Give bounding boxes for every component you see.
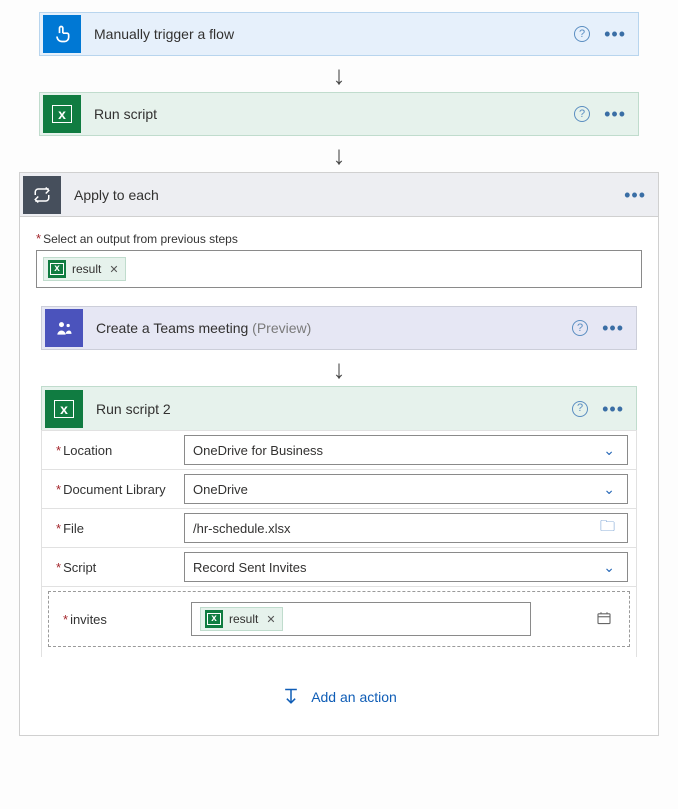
select-output-label: *Select an output from previous steps xyxy=(36,231,642,246)
help-icon[interactable]: ? xyxy=(574,26,590,42)
file-picker[interactable]: /hr-schedule.xlsx 🗀 xyxy=(184,513,628,543)
trigger-card[interactable]: Manually trigger a flow ? ••• xyxy=(39,12,639,56)
invites-input[interactable]: x result ✕ xyxy=(191,602,531,636)
help-icon[interactable]: ? xyxy=(572,320,588,336)
excel-icon: x xyxy=(48,260,66,278)
teams-icon xyxy=(45,309,83,347)
help-icon[interactable]: ? xyxy=(574,106,590,122)
location-select[interactable]: OneDrive for Business ⌄ xyxy=(184,435,628,465)
more-icon[interactable]: ••• xyxy=(604,25,626,43)
chevron-down-icon: ⌄ xyxy=(599,559,619,576)
help-icon[interactable]: ? xyxy=(572,401,588,417)
more-icon[interactable]: ••• xyxy=(602,400,624,418)
excel-icon: x xyxy=(205,610,223,628)
param-file: *File /hr-schedule.xlsx 🗀 xyxy=(42,509,636,548)
select-output-input[interactable]: x result ✕ xyxy=(36,250,642,288)
token-remove-icon[interactable]: ✕ xyxy=(266,613,275,626)
folder-icon[interactable]: 🗀 xyxy=(596,516,619,541)
excel-icon: x xyxy=(43,95,81,133)
trigger-label: Manually trigger a flow xyxy=(84,26,574,42)
token-remove-icon[interactable]: ✕ xyxy=(109,263,118,276)
run-script-card[interactable]: x Run script ? ••• xyxy=(39,92,639,136)
touch-icon xyxy=(43,15,81,53)
teams-label: Create a Teams meeting (Preview) xyxy=(86,320,572,336)
chevron-down-icon: ⌄ xyxy=(599,442,619,459)
arrow-down-icon: ↓ xyxy=(333,142,346,168)
teams-card[interactable]: Create a Teams meeting (Preview) ? ••• xyxy=(41,306,637,350)
apply-to-each-label: Apply to each xyxy=(64,187,624,203)
param-location: *Location OneDrive for Business ⌄ xyxy=(42,431,636,470)
run-script2-params: *Location OneDrive for Business ⌄ *Docum… xyxy=(41,430,637,657)
token-result[interactable]: x result ✕ xyxy=(43,257,126,281)
add-action-icon xyxy=(281,687,301,707)
run-script-label: Run script xyxy=(84,106,574,122)
dynamic-content-icon[interactable] xyxy=(589,604,619,634)
add-action-button[interactable]: Add an action xyxy=(281,687,397,707)
param-script: *Script Record Sent Invites ⌄ xyxy=(42,548,636,587)
apply-to-each-header[interactable]: Apply to each ••• xyxy=(20,173,658,217)
arrow-down-icon: ↓ xyxy=(333,356,346,382)
token-result[interactable]: x result ✕ xyxy=(200,607,283,631)
more-icon[interactable]: ••• xyxy=(604,105,626,123)
apply-to-each-block: Apply to each ••• *Select an output from… xyxy=(19,172,659,736)
arrow-down-icon: ↓ xyxy=(333,62,346,88)
run-script2-header[interactable]: x Run script 2 ? ••• xyxy=(41,386,637,430)
more-icon[interactable]: ••• xyxy=(624,186,646,204)
loop-icon xyxy=(23,176,61,214)
script-select[interactable]: Record Sent Invites ⌄ xyxy=(184,552,628,582)
run-script2-label: Run script 2 xyxy=(86,401,572,417)
excel-icon: x xyxy=(45,390,83,428)
more-icon[interactable]: ••• xyxy=(602,319,624,337)
param-invites: *invites x result ✕ xyxy=(48,591,630,647)
library-select[interactable]: OneDrive ⌄ xyxy=(184,474,628,504)
chevron-down-icon: ⌄ xyxy=(599,481,619,498)
param-library: *Document Library OneDrive ⌄ xyxy=(42,470,636,509)
